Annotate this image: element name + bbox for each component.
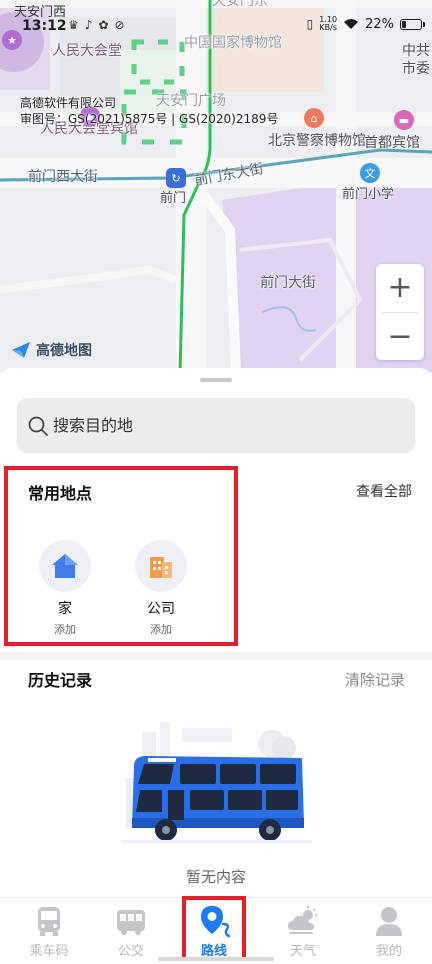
place-company-icon-wrap xyxy=(135,540,187,592)
app-notification-icon: ✿ xyxy=(98,18,109,32)
section-divider xyxy=(0,652,432,660)
bottom-sheet: 常用地点 查看全部 家 添加 xyxy=(0,368,432,964)
amap-logo: 高德地图 xyxy=(10,340,92,360)
empty-bus-illustration xyxy=(122,722,312,843)
tab-weather[interactable]: 天气 xyxy=(260,900,346,960)
net-speed-unit: KB/s xyxy=(319,23,337,32)
map-label-qianmen-station: 前门 xyxy=(160,191,187,206)
metro-station-icon[interactable]: ↻ xyxy=(166,168,186,188)
map-view[interactable]: 天安门东 人民大会堂 中国国家博物馆 天安门广场 人民大会堂宾馆 北京警察博物馆… xyxy=(0,0,432,372)
map-label-national-museum: 中国国家博物馆 xyxy=(184,35,282,51)
map-copyright: 高德软件有限公司 审图号：GS(2021)5875号 | GS(2020)218… xyxy=(20,95,278,127)
home-indicator[interactable] xyxy=(158,957,274,961)
tab-bus-code-label: 乘车码 xyxy=(29,944,69,959)
zoom-out-button[interactable]: − xyxy=(376,313,424,361)
place-company-name: 公司 xyxy=(147,601,175,617)
tab-profile[interactable]: 我的 xyxy=(346,900,432,960)
wifi-icon xyxy=(344,19,359,29)
battery-icon xyxy=(400,18,425,30)
museum-poi-icon[interactable]: ⌂ xyxy=(304,108,324,128)
search-input[interactable] xyxy=(53,416,383,435)
status-time: 13:12 xyxy=(22,18,67,34)
tab-weather-label: 天气 xyxy=(289,944,316,959)
search-bar[interactable] xyxy=(17,398,415,453)
house-icon xyxy=(52,554,78,578)
bottom-tab-bar: 乘车码 公交 路线 天气 我的 xyxy=(0,896,432,964)
tab-bus-code[interactable]: 乘车码 xyxy=(6,900,92,960)
copyright-company: 高德软件有限公司 xyxy=(20,96,117,110)
bus-icon xyxy=(117,910,145,935)
zoom-control: + − xyxy=(376,264,424,360)
place-company-action: 添加 xyxy=(150,623,172,636)
app-screen: 天安门东 人民大会堂 中国国家博物馆 天安门广场 人民大会堂宾馆 北京警察博物馆… xyxy=(0,0,432,964)
route-tab-highlight xyxy=(182,896,246,961)
empty-history-text: 暂无内容 xyxy=(185,868,246,886)
search-icon xyxy=(28,416,48,436)
building-icon xyxy=(150,557,172,578)
map-label-great-hall: 人民大会堂 xyxy=(52,43,122,59)
tiktok-icon: ♪ xyxy=(84,18,93,32)
crown-icon: ♛ xyxy=(68,18,79,32)
map-label-qianmen-west: 前门西大街 xyxy=(28,169,98,185)
view-all-link[interactable]: 查看全部 xyxy=(356,481,412,501)
place-company[interactable]: 公司 添加 xyxy=(121,540,201,637)
vibrate-icon: ▯ xyxy=(306,17,314,31)
battery-percent: 22% xyxy=(365,16,394,32)
amap-logo-icon xyxy=(12,342,30,358)
bus-code-icon xyxy=(38,907,60,936)
tab-bus[interactable]: 公交 xyxy=(88,900,174,960)
copyright-approval-number: 审图号：GS(2021)5875号 | GS(2020)2189号 xyxy=(20,112,279,126)
clear-history-button[interactable]: 清除记录 xyxy=(345,669,405,690)
status-right-icons: ▯ 1.10 KB/s 22% xyxy=(306,16,425,32)
battery-fill xyxy=(402,20,406,28)
map-label-capital-hotel: 首都宾馆 xyxy=(364,135,420,151)
tab-profile-label: 我的 xyxy=(375,944,402,959)
place-home-action: 添加 xyxy=(54,623,76,636)
frequent-places-title: 常用地点 xyxy=(28,484,93,503)
school-poi-icon[interactable]: 文 xyxy=(360,163,380,183)
place-home[interactable]: 家 添加 xyxy=(25,540,105,637)
map-label-police-museum: 北京警察博物馆 xyxy=(268,133,366,149)
profile-icon xyxy=(376,907,402,936)
sheet-drag-handle[interactable] xyxy=(200,378,232,382)
zoom-in-button[interactable]: + xyxy=(376,264,424,312)
map-label-qianmen-school: 前门小学 xyxy=(342,187,395,202)
map-label-right-1: 中共 xyxy=(402,43,430,59)
weather-icon xyxy=(288,906,317,934)
status-bar: 天安门西 13:12 ♛ ♪ ✿ ⊘ ▯ 1.10 KB/s 22% xyxy=(0,0,432,36)
place-home-name: 家 xyxy=(58,601,72,617)
link-icon: ⊘ xyxy=(114,18,125,32)
amap-logo-text: 高德地图 xyxy=(36,343,92,359)
history-title: 历史记录 xyxy=(28,671,93,690)
map-label-qianmen-street: 前门大街 xyxy=(260,275,316,291)
hotel-bed-poi-icon[interactable]: ▬ xyxy=(394,110,414,130)
status-notification-icons: ♛ ♪ ✿ ⊘ xyxy=(68,18,125,32)
net-speed: 1.10 KB/s xyxy=(319,16,337,32)
map-label-right-2: 市委 xyxy=(402,61,430,77)
place-home-icon-wrap xyxy=(39,540,91,592)
